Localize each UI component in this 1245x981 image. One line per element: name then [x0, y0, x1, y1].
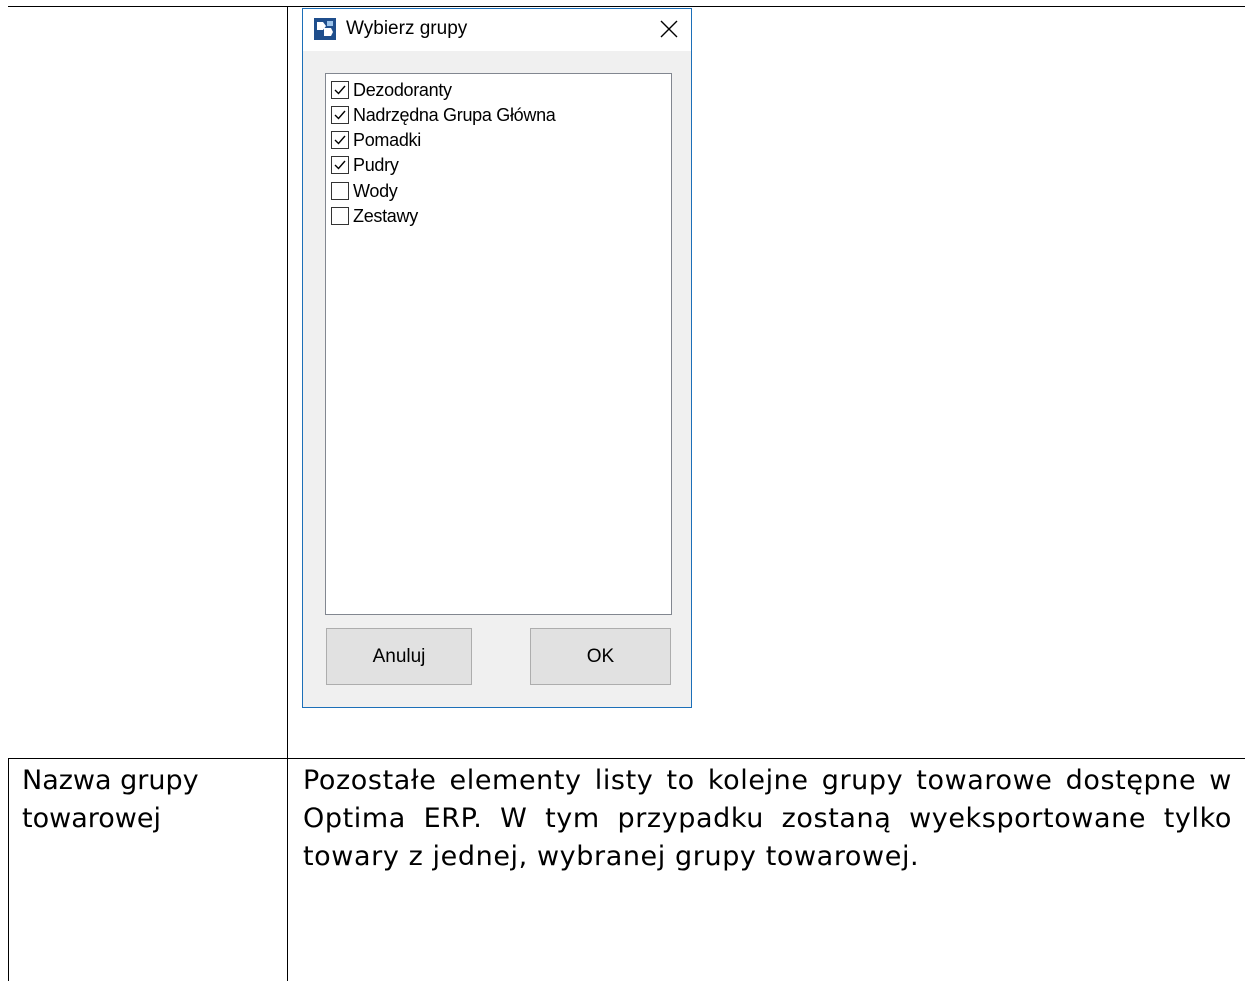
checkbox-checked[interactable] [331, 156, 349, 174]
list-item-label: Dezodoranty [353, 79, 452, 100]
checkbox-checked[interactable] [331, 106, 349, 124]
groups-checklist[interactable]: Dezodoranty Nadrzędna Grupa Główna Pomad… [325, 73, 672, 615]
group-name-label: Nazwa grupy towarowej [22, 765, 199, 834]
list-item-dezodoranty[interactable]: Dezodoranty [331, 78, 452, 102]
dialog-titlebar: Wybierz grupy [303, 9, 691, 51]
group-name-description: Pozostałe elementy listy to kolejne grup… [303, 765, 1232, 872]
ok-button[interactable]: OK [530, 628, 671, 685]
list-item-label: Pomadki [353, 129, 421, 150]
list-item-label: Pudry [353, 154, 399, 175]
checkmark-icon [334, 135, 346, 145]
checkmark-icon [334, 110, 346, 120]
list-item-wody[interactable]: Wody [331, 179, 398, 203]
checkmark-icon [334, 85, 346, 95]
checkbox-unchecked[interactable] [331, 182, 349, 200]
checkmark-icon [334, 160, 346, 170]
list-item-nadrzedna-grupa-glowna[interactable]: Nadrzędna Grupa Główna [331, 103, 556, 127]
checkbox-checked[interactable] [331, 131, 349, 149]
list-item-label: Nadrzędna Grupa Główna [353, 104, 556, 125]
app-logo-icon [314, 18, 336, 40]
cancel-button[interactable]: Anuluj [326, 628, 472, 685]
table-row-divider [8, 758, 1245, 759]
table-column-divider [287, 6, 288, 981]
list-item-zestawy[interactable]: Zestawy [331, 204, 418, 228]
list-item-label: Zestawy [353, 205, 418, 226]
close-icon [660, 20, 678, 38]
table-top-border [8, 6, 1245, 7]
table-left-border [8, 759, 9, 981]
dialog-title: Wybierz grupy [346, 18, 468, 39]
list-item-pomadki[interactable]: Pomadki [331, 128, 421, 152]
checkbox-unchecked[interactable] [331, 207, 349, 225]
list-item-label: Wody [353, 180, 398, 201]
list-item-pudry[interactable]: Pudry [331, 153, 399, 177]
close-button[interactable] [651, 13, 687, 45]
select-groups-dialog: Wybierz grupy Dezodoranty Nadrzędna Grup… [302, 8, 692, 708]
checkbox-checked[interactable] [331, 81, 349, 99]
